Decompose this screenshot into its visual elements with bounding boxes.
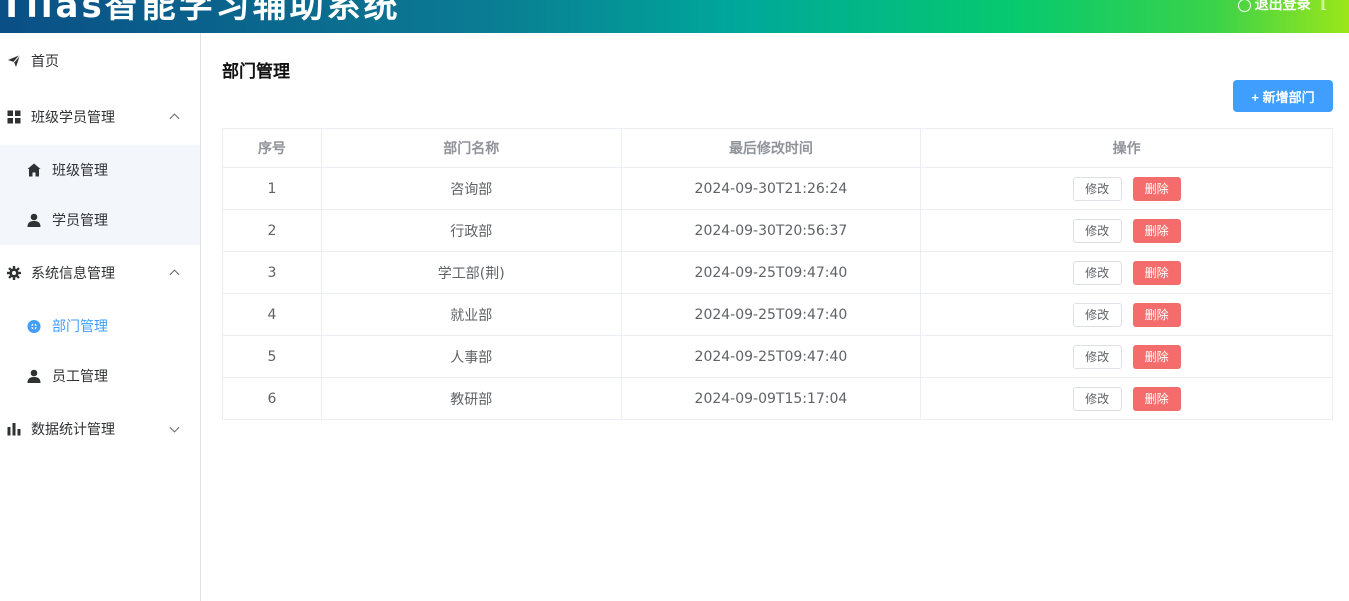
sidebar-item-department-management[interactable]: 部门管理 <box>0 301 200 351</box>
cell-name: 咨询部 <box>320 167 622 210</box>
top-header: Tlias智能学习辅助系统 退出登录 ⟦ <box>0 0 1349 33</box>
column-header-index: 序号 <box>222 128 322 168</box>
cell-index: 1 <box>222 167 322 210</box>
column-header-updated: 最后修改时间 <box>620 128 922 168</box>
cell-actions: 修改 删除 <box>920 293 1333 336</box>
table-row: 2 行政部 2024-09-30T20:56:37 修改 删除 <box>222 209 1333 252</box>
sidebar: 首页 班级学员管理 班级管理 学员管理 系统信息管理 部门管理 员工管理 数据统… <box>0 33 201 601</box>
table-header-row: 序号 部门名称 最后修改时间 操作 <box>222 128 1333 168</box>
paper-plane-icon <box>7 54 21 68</box>
table-row: 4 就业部 2024-09-25T09:47:40 修改 删除 <box>222 293 1333 336</box>
cell-updated: 2024-09-30T20:56:37 <box>620 209 922 252</box>
cell-index: 4 <box>222 293 322 336</box>
cell-actions: 修改 删除 <box>920 335 1333 378</box>
sidebar-item-label: 数据统计管理 <box>31 422 115 438</box>
sidebar-item-employee-management[interactable]: 员工管理 <box>0 351 200 401</box>
department-table: 序号 部门名称 最后修改时间 操作 1 咨询部 2024-09-30T21:26… <box>222 128 1333 420</box>
sidebar-item-label: 首页 <box>31 54 59 70</box>
chevron-down-icon <box>169 422 180 433</box>
cell-actions: 修改 删除 <box>920 209 1333 252</box>
table-row: 3 学工部(荆) 2024-09-25T09:47:40 修改 删除 <box>222 251 1333 294</box>
cell-updated: 2024-09-25T09:47:40 <box>620 293 922 336</box>
sidebar-item-label: 系统信息管理 <box>31 266 115 282</box>
sidebar-item-class-management[interactable]: 班级管理 <box>0 145 200 195</box>
page-title: 部门管理 <box>222 62 290 82</box>
edit-button[interactable]: 修改 <box>1072 260 1122 285</box>
logout-door-icon: ⟦ <box>1320 0 1327 12</box>
cell-name: 学工部(荆) <box>320 251 622 294</box>
edit-button[interactable]: 修改 <box>1072 386 1122 411</box>
table-row: 1 咨询部 2024-09-30T21:26:24 修改 删除 <box>222 167 1333 210</box>
sidebar-item-label: 班级学员管理 <box>31 110 115 126</box>
chevron-up-icon <box>169 269 180 280</box>
logout-label: 退出登录 <box>1254 0 1311 13</box>
delete-button[interactable]: 删除 <box>1132 344 1181 369</box>
sidebar-item-student-management[interactable]: 学员管理 <box>0 195 200 245</box>
app-title: Tlias智能学习辅助系统 <box>0 0 401 26</box>
cell-actions: 修改 删除 <box>920 167 1333 210</box>
edit-button[interactable]: 修改 <box>1072 218 1122 243</box>
cell-updated: 2024-09-25T09:47:40 <box>620 251 922 294</box>
sidebar-item-label: 班级管理 <box>52 163 108 179</box>
table-row: 5 人事部 2024-09-25T09:47:40 修改 删除 <box>222 335 1333 378</box>
user-icon <box>27 369 41 383</box>
user-icon <box>27 213 41 227</box>
sidebar-item-label: 员工管理 <box>52 369 108 385</box>
delete-button[interactable]: 删除 <box>1132 176 1181 201</box>
logout-button[interactable]: 退出登录 ⟦ <box>1237 0 1327 14</box>
cell-actions: 修改 删除 <box>920 377 1333 420</box>
sidebar-group-system-info[interactable]: 系统信息管理 <box>0 247 200 299</box>
chevron-up-icon <box>169 113 180 124</box>
bar-chart-icon <box>7 422 21 436</box>
sidebar-group-data-statistics[interactable]: 数据统计管理 <box>0 403 200 455</box>
edit-button[interactable]: 修改 <box>1072 176 1122 201</box>
cell-updated: 2024-09-09T15:17:04 <box>620 377 922 420</box>
sidebar-group-class-student[interactable]: 班级学员管理 <box>0 91 200 143</box>
sidebar-item-home[interactable]: 首页 <box>0 35 200 87</box>
delete-button[interactable]: 删除 <box>1132 302 1181 327</box>
add-department-button[interactable]: + 新增部门 <box>1233 80 1333 112</box>
cell-index: 5 <box>222 335 322 378</box>
edit-button[interactable]: 修改 <box>1072 302 1122 327</box>
cell-index: 2 <box>222 209 322 252</box>
sidebar-item-label: 学员管理 <box>52 213 108 229</box>
cell-name: 行政部 <box>320 209 622 252</box>
circle-plus-icon <box>27 319 41 333</box>
gear-icon <box>7 266 21 280</box>
cell-name: 就业部 <box>320 293 622 336</box>
cell-index: 3 <box>222 251 322 294</box>
table-row: 6 教研部 2024-09-09T15:17:04 修改 删除 <box>222 377 1333 420</box>
cell-updated: 2024-09-25T09:47:40 <box>620 335 922 378</box>
cell-actions: 修改 删除 <box>920 251 1333 294</box>
grid-icon <box>7 110 21 124</box>
delete-button[interactable]: 删除 <box>1132 218 1181 243</box>
edit-button[interactable]: 修改 <box>1072 344 1122 369</box>
sidebar-item-label: 部门管理 <box>52 319 108 335</box>
column-header-actions: 操作 <box>920 128 1333 168</box>
delete-button[interactable]: 删除 <box>1132 260 1181 285</box>
cell-updated: 2024-09-30T21:26:24 <box>620 167 922 210</box>
column-header-name: 部门名称 <box>320 128 622 168</box>
power-icon <box>1237 0 1251 12</box>
cell-name: 人事部 <box>320 335 622 378</box>
cell-name: 教研部 <box>320 377 622 420</box>
house-icon <box>27 163 41 177</box>
cell-index: 6 <box>222 377 322 420</box>
delete-button[interactable]: 删除 <box>1132 386 1181 411</box>
